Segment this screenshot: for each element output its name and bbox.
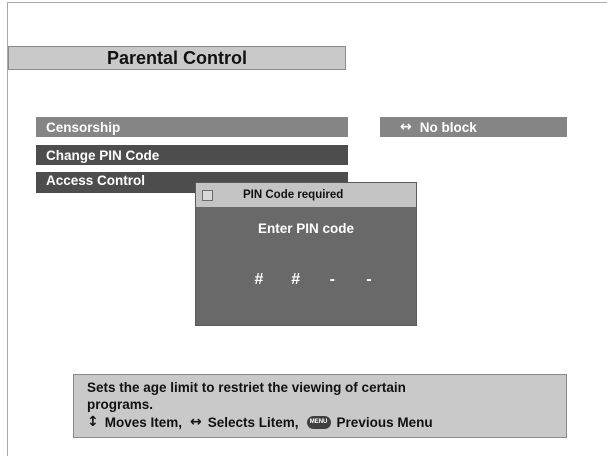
pin-digit-4: - [366,271,372,288]
menu-item-label: Access Control [46,173,146,188]
help-select-text: Selects Litem, [207,415,299,430]
page-title: Parental Control [106,47,248,68]
pin-digit-1: # [254,271,264,288]
help-move-text: Moves Item, [104,415,183,430]
pin-entry-field[interactable]: # # - - [249,271,379,289]
parental-control-screen: Parental Control Censorship ↔ No block C… [0,0,607,459]
help-description-line-1: Sets the age limit to restriet the viewi… [87,380,406,395]
up-down-arrow-icon: ↕ [87,414,99,430]
menu-item-change-pin-code[interactable]: Change PIN Code [36,145,348,165]
menu-item-censorship[interactable]: Censorship [36,117,348,137]
page-title-bar: Parental Control [8,46,346,70]
menu-button-icon: MENU [306,416,331,429]
screen-left-border [7,2,8,456]
pin-digit-2: # [291,271,301,288]
pin-dialog-header: PIN Code required [196,183,416,207]
help-panel: Sets the age limit to restriet the viewi… [73,374,567,438]
menu-item-label: Censorship [46,119,121,135]
help-description-line-2: programs. [87,397,154,412]
censorship-value-label: No block [419,119,477,135]
pin-dialog-title: PIN Code required [243,189,344,201]
pin-digit-3: - [329,271,335,288]
pin-dialog-prompt: Enter PIN code [257,221,355,236]
menu-item-label: Change PIN Code [46,147,160,163]
pin-code-dialog: PIN Code required Enter PIN code # # - - [195,182,417,326]
help-menu-text: Previous Menu [336,415,433,430]
censorship-value-selector[interactable]: ↔ No block [380,117,567,137]
help-controls-line: ↕ Moves Item, ↔ Selects Litem, MENU Prev… [87,414,566,431]
checkbox-icon [202,189,213,201]
left-right-arrow-icon: ↔ [400,119,412,135]
screen-top-border [7,2,607,3]
left-right-arrow-icon: ↔ [190,414,202,430]
